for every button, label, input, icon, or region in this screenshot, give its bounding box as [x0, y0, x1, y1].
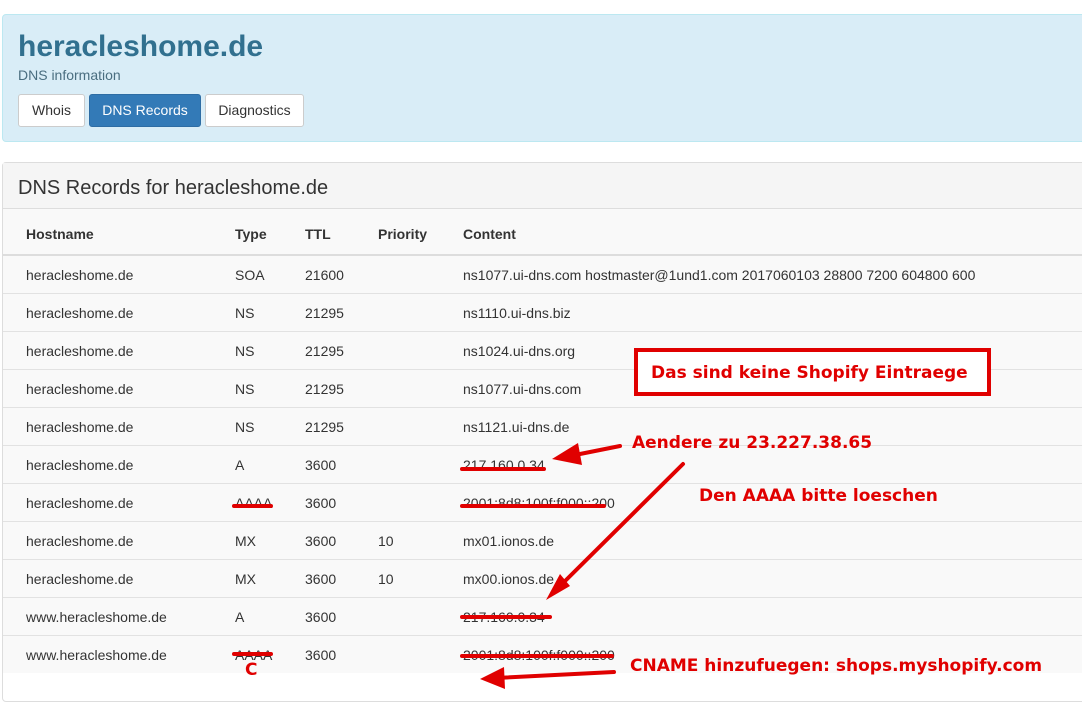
- content-cell: ns1024.ui-dns.org: [463, 331, 1082, 370]
- ttl-cell: 3600: [305, 635, 378, 673]
- column-header-hostname: Hostname: [3, 209, 235, 256]
- tab-dns-records[interactable]: DNS Records: [89, 94, 201, 127]
- priority-cell: [378, 369, 463, 408]
- hostname-cell: heracleshome.de: [3, 331, 235, 370]
- type-cell: NS: [235, 369, 305, 408]
- table-row: heracleshome.de MX 3600 10 mx00.ionos.de: [3, 559, 1082, 598]
- table-row: heracleshome.de SOA 21600 ns1077.ui-dns.com…: [3, 254, 1082, 294]
- ttl-cell: 21600: [305, 254, 378, 294]
- type-cell: NS: [235, 407, 305, 446]
- priority-cell: [378, 597, 463, 636]
- ttl-cell: 21295: [305, 331, 378, 370]
- priority-cell: 10: [378, 521, 463, 560]
- column-header-priority: Priority: [378, 209, 463, 256]
- type-cell: A: [235, 597, 305, 636]
- table-row: www.heracleshome.de AAAA 3600 2001:8d8:100f…: [3, 635, 1082, 673]
- site-subtitle: DNS information: [18, 67, 121, 83]
- content-cell: mx01.ionos.de: [463, 521, 1082, 560]
- priority-cell: [378, 445, 463, 484]
- type-cell: AAAA: [235, 483, 305, 522]
- content-cell: 2001:8d8:100f:f000::200: [463, 635, 1082, 673]
- ttl-cell: 21295: [305, 293, 378, 332]
- table-row: heracleshome.de NS 21295 ns1110.ui-dns.biz: [3, 293, 1082, 332]
- priority-cell: [378, 635, 463, 673]
- site-title: heracleshome.de: [18, 30, 264, 63]
- table-row: heracleshome.de NS 21295 ns1121.ui-dns.de: [3, 407, 1082, 446]
- column-header-type: Type: [235, 209, 305, 256]
- ttl-cell: 3600: [305, 445, 378, 484]
- type-cell: AAAA: [235, 635, 305, 673]
- table-row: heracleshome.de NS 21295 ns1024.ui-dns.org: [3, 331, 1082, 370]
- hostname-cell: heracleshome.de: [3, 407, 235, 446]
- table-header-row: Hostname Type TTL Priority Content: [3, 209, 1082, 256]
- table-row: heracleshome.de AAAA 3600 2001:8d8:100f:f00…: [3, 483, 1082, 522]
- column-header-content: Content: [463, 209, 1082, 256]
- panel-heading: DNS Records for heracleshome.de: [3, 163, 1082, 209]
- priority-cell: 10: [378, 559, 463, 598]
- content-cell: ns1077.ui-dns.com: [463, 369, 1082, 408]
- ttl-cell: 21295: [305, 407, 378, 446]
- content-cell: mx00.ionos.de: [463, 559, 1082, 598]
- hostname-cell: heracleshome.de: [3, 483, 235, 522]
- type-cell: NS: [235, 331, 305, 370]
- ttl-cell: 3600: [305, 597, 378, 636]
- content-cell: 2001:8d8:100f:f000::200: [463, 483, 1082, 522]
- column-header-ttl: TTL: [305, 209, 378, 256]
- ttl-cell: 3600: [305, 483, 378, 522]
- ttl-cell: 3600: [305, 559, 378, 598]
- content-cell: ns1110.ui-dns.biz: [463, 293, 1082, 332]
- type-cell: A: [235, 445, 305, 484]
- content-cell: 217.160.0.34: [463, 445, 1082, 484]
- table-row: www.heracleshome.de A 3600 217.160.0.34: [3, 597, 1082, 636]
- hostname-cell: www.heracleshome.de: [3, 635, 235, 673]
- type-cell: NS: [235, 293, 305, 332]
- table-row: heracleshome.de A 3600 217.160.0.34: [3, 445, 1082, 484]
- tab-diagnostics[interactable]: Diagnostics: [205, 94, 304, 127]
- priority-cell: [378, 483, 463, 522]
- hostname-cell: heracleshome.de: [3, 445, 235, 484]
- content-cell: 217.160.0.34: [463, 597, 1082, 636]
- dns-records-table: Hostname Type TTL Priority Content herac…: [3, 209, 1082, 673]
- type-cell: MX: [235, 559, 305, 598]
- content-cell: ns1077.ui-dns.com hostmaster@1und1.com 2…: [463, 254, 1082, 294]
- type-cell: SOA: [235, 254, 305, 294]
- header-panel: heracleshome.de DNS information Whois DN…: [2, 14, 1082, 142]
- dns-records-panel: DNS Records for heracleshome.de Hostname…: [2, 162, 1082, 702]
- ttl-cell: 21295: [305, 369, 378, 408]
- content-cell: ns1121.ui-dns.de: [463, 407, 1082, 446]
- dns-table-wrapper: Hostname Type TTL Priority Content herac…: [3, 209, 1082, 673]
- priority-cell: [378, 407, 463, 446]
- hostname-cell: heracleshome.de: [3, 559, 235, 598]
- hostname-cell: www.heracleshome.de: [3, 597, 235, 636]
- table-row: heracleshome.de NS 21295 ns1077.ui-dns.com: [3, 369, 1082, 408]
- type-cell: MX: [235, 521, 305, 560]
- tab-whois[interactable]: Whois: [18, 94, 85, 127]
- priority-cell: [378, 331, 463, 370]
- ttl-cell: 3600: [305, 521, 378, 560]
- table-body: heracleshome.de SOA 21600 ns1077.ui-dns.com…: [3, 254, 1082, 673]
- hostname-cell: heracleshome.de: [3, 369, 235, 408]
- priority-cell: [378, 254, 463, 294]
- table-row: heracleshome.de MX 3600 10 mx01.ionos.de: [3, 521, 1082, 560]
- hostname-cell: heracleshome.de: [3, 254, 235, 294]
- priority-cell: [378, 293, 463, 332]
- hostname-cell: heracleshome.de: [3, 293, 235, 332]
- panel-title: DNS Records for heracleshome.de: [18, 177, 329, 199]
- hostname-cell: heracleshome.de: [3, 521, 235, 560]
